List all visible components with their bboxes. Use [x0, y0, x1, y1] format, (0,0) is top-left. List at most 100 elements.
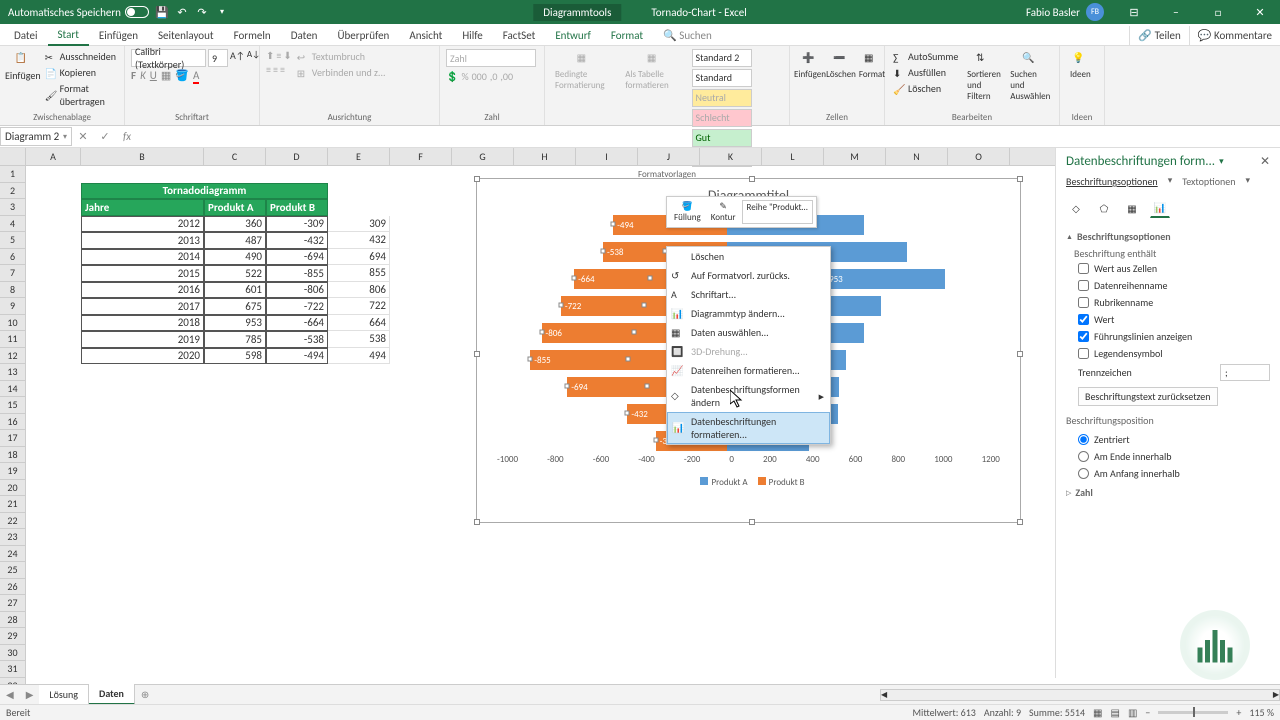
tab-formeln[interactable]: Formeln [224, 26, 281, 45]
format-painter-button[interactable]: 🖌Format übertragen [43, 81, 118, 109]
align-bottom-icon[interactable]: ⬇ [283, 49, 291, 62]
row-headers[interactable]: 1234567891011121314151617181920212223242… [0, 166, 26, 698]
zoom-slider[interactable] [1158, 711, 1228, 714]
reset-label-text-button[interactable]: Beschriftungstext zurücksetzen [1078, 387, 1218, 406]
view-layout-icon[interactable]: ▤ [1111, 706, 1120, 719]
sheet-tab-loesung[interactable]: Lösung [39, 685, 89, 704]
tab-format[interactable]: Format [601, 26, 653, 45]
thousands-icon[interactable]: 000 [472, 70, 487, 83]
ctx-series[interactable]: 📈Datenreihen formatieren... [667, 361, 830, 380]
section-label-options[interactable]: ▲Beschriftungsoptionen [1066, 226, 1270, 247]
maximize-icon[interactable]: □ [1198, 0, 1238, 24]
opt-value-from-cells[interactable]: Wert aus Zellen [1066, 260, 1270, 277]
select-all-corner[interactable] [0, 148, 26, 166]
ctx-chart[interactable]: 📊Diagrammtyp ändern... [667, 304, 830, 323]
wrap-text-button[interactable]: ↩Textumbruch [295, 49, 388, 64]
tab-seitenlayout[interactable]: Seitenlayout [148, 26, 224, 45]
font-name[interactable]: Calibri (Textkörper) [131, 49, 206, 67]
align-right-icon[interactable]: ≡ [280, 63, 285, 76]
tab-ueberpruefen[interactable]: Überprüfen [327, 26, 399, 45]
ctx-3d[interactable]: 🔲3D-Drehung... [667, 342, 830, 361]
tab-entwurf[interactable]: Entwurf [545, 26, 601, 45]
decrease-font-icon[interactable]: A↓ [247, 49, 260, 67]
number-format[interactable]: Zahl [446, 49, 536, 67]
search[interactable]: 🔍 Suchen [653, 26, 722, 45]
font-color-icon[interactable]: A [193, 69, 199, 82]
fill-color-icon[interactable]: 🪣 [175, 69, 189, 82]
fx-icon[interactable]: fx [118, 128, 136, 146]
copy-button[interactable]: 📄Kopieren [43, 65, 118, 80]
conditional-format-button[interactable]: ▦Bedingte Formatierung [551, 49, 618, 93]
save-icon[interactable]: 💾 [155, 5, 169, 19]
close-icon[interactable]: ✕ [1240, 0, 1280, 24]
delete-cells-button[interactable]: ➖Löschen [827, 49, 855, 82]
view-normal-icon[interactable]: ▦ [1093, 706, 1102, 719]
subtab-text-options[interactable]: Textoptionen [1182, 175, 1235, 188]
name-box[interactable]: Diagramm 2 [0, 127, 72, 146]
view-pagebreak-icon[interactable]: ▥ [1128, 706, 1137, 719]
minimize-icon[interactable]: − [1156, 0, 1196, 24]
ctx-font[interactable]: ASchriftart... [667, 285, 830, 304]
opt-value[interactable]: Wert [1066, 311, 1270, 328]
user-account[interactable]: Fabio Basler FB [1018, 3, 1112, 21]
format-table-button[interactable]: ▦Als Tabelle formatieren [621, 49, 688, 93]
fill-button[interactable]: 🪣Füllung [670, 200, 705, 224]
tab-datei[interactable]: Datei [4, 26, 48, 45]
separator-dropdown[interactable]: ; [1220, 364, 1270, 381]
opt-legend-key[interactable]: Legendensymbol [1066, 345, 1270, 362]
tab-einfuegen[interactable]: Einfügen [89, 26, 148, 45]
undo-icon[interactable]: ↶ [175, 5, 189, 19]
sheet-nav-prev[interactable]: ◀ [0, 688, 20, 701]
effects-icon[interactable]: ⬠ [1094, 198, 1114, 218]
tab-factset[interactable]: FactSet [493, 26, 546, 45]
align-left-icon[interactable]: ≡ [266, 63, 271, 76]
align-middle-icon[interactable]: ≡ [276, 49, 281, 62]
align-center-icon[interactable]: ≡ [273, 63, 278, 76]
align-top-icon[interactable]: ⬆ [266, 49, 274, 62]
paste-button[interactable]: 📋Einfügen [6, 49, 40, 84]
share-button[interactable]: 🔗 Teilen [1129, 26, 1188, 45]
cancel-fx-icon[interactable]: ✕ [74, 128, 92, 146]
series-selector[interactable]: Reihe "Produkt… [742, 200, 813, 224]
decimal-dec-icon[interactable]: ,00 [500, 70, 513, 83]
insert-cells-button[interactable]: ➕Einfügen [796, 49, 824, 82]
redo-icon[interactable]: ↷ [195, 5, 209, 19]
fill-button[interactable]: ⬇Ausfüllen [891, 65, 960, 80]
format-cells-button[interactable]: ▦Format [858, 49, 886, 82]
horizontal-scrollbar[interactable]: ◀ ▶ [880, 689, 1280, 701]
zoom-out-icon[interactable]: − [1145, 706, 1150, 719]
formula-input[interactable] [138, 135, 1280, 139]
tab-ansicht[interactable]: Ansicht [399, 26, 452, 45]
font-size[interactable]: 9 [208, 49, 228, 67]
increase-font-icon[interactable]: A↑ [230, 49, 245, 67]
merge-button[interactable]: ⊞Verbinden und z... [295, 65, 388, 80]
opt-series-name[interactable]: Datenreihenname [1066, 277, 1270, 294]
confirm-fx-icon[interactable]: ✓ [96, 128, 114, 146]
qat-customize-icon[interactable]: ▾ [215, 5, 229, 19]
border-icon[interactable]: ▦ [161, 69, 171, 82]
bold-icon[interactable]: F [131, 69, 136, 82]
sheet-tab-daten[interactable]: Daten [89, 684, 135, 705]
currency-icon[interactable]: 💲 [446, 70, 458, 83]
ctx-delete[interactable]: Löschen [667, 247, 830, 266]
style-standard[interactable]: Standard [692, 69, 752, 87]
size-icon[interactable]: ▦ [1122, 198, 1142, 218]
section-number[interactable]: ▷Zahl [1066, 482, 1270, 503]
sheet-nav-next[interactable]: ▶ [20, 688, 40, 701]
italic-icon[interactable]: K [140, 69, 146, 82]
subtab-label-options[interactable]: Beschriftungsoptionen [1066, 175, 1158, 188]
opt-category-name[interactable]: Rubrikenname [1066, 294, 1270, 311]
ribbon-options-icon[interactable]: ⊟ [1114, 0, 1154, 24]
comments-button[interactable]: 💬 Kommentare [1189, 26, 1280, 45]
ideas-button[interactable]: 💡Ideen [1066, 49, 1095, 82]
ctx-shape[interactable]: ◇Datenbeschriftungsformen ändern▶ [667, 380, 830, 412]
style-schlecht[interactable]: Schlecht [692, 109, 752, 127]
tab-daten[interactable]: Daten [281, 26, 328, 45]
sort-filter-button[interactable]: ⇅Sortieren und Filtern [963, 49, 1004, 104]
tab-start[interactable]: Start [48, 25, 89, 46]
ctx-data[interactable]: ▦Daten auswählen... [667, 323, 830, 342]
label-options-icon[interactable]: 📊 [1150, 198, 1170, 218]
autosave-toggle[interactable]: Automatisches Speichern [8, 6, 149, 19]
decimal-inc-icon[interactable]: ,0 [490, 70, 498, 83]
cut-button[interactable]: ✂Ausschneiden [43, 49, 118, 64]
